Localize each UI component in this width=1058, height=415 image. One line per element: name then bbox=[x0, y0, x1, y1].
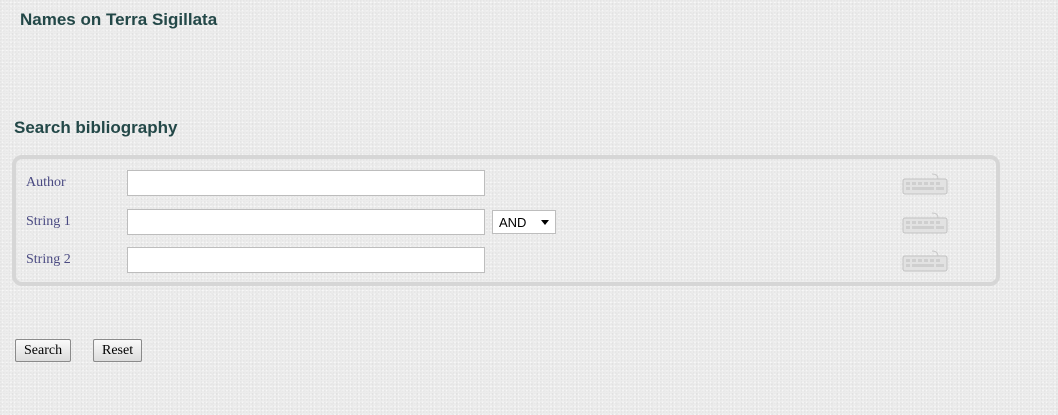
site-title: Names on Terra Sigillata bbox=[20, 10, 218, 29]
string2-input[interactable] bbox=[127, 247, 485, 273]
operator-selected-value: AND bbox=[499, 215, 527, 230]
operator-select[interactable]: AND bbox=[492, 210, 556, 234]
author-input[interactable] bbox=[127, 170, 485, 196]
reset-button[interactable]: Reset bbox=[93, 339, 143, 362]
dropdown-arrow-icon bbox=[541, 220, 549, 225]
virtual-keyboard-icon[interactable] bbox=[902, 173, 948, 195]
virtual-keyboard-icon[interactable] bbox=[902, 212, 948, 234]
section-heading: Search bibliography bbox=[14, 118, 178, 137]
search-button[interactable]: Search bbox=[15, 339, 72, 362]
string2-label: String 2 bbox=[26, 252, 71, 267]
string1-label: String 1 bbox=[26, 214, 71, 229]
author-label: Author bbox=[26, 175, 66, 190]
string1-input[interactable] bbox=[127, 209, 485, 235]
search-form-box: Author String 1 AND String 2 bbox=[12, 155, 1000, 286]
virtual-keyboard-icon[interactable] bbox=[902, 250, 948, 272]
